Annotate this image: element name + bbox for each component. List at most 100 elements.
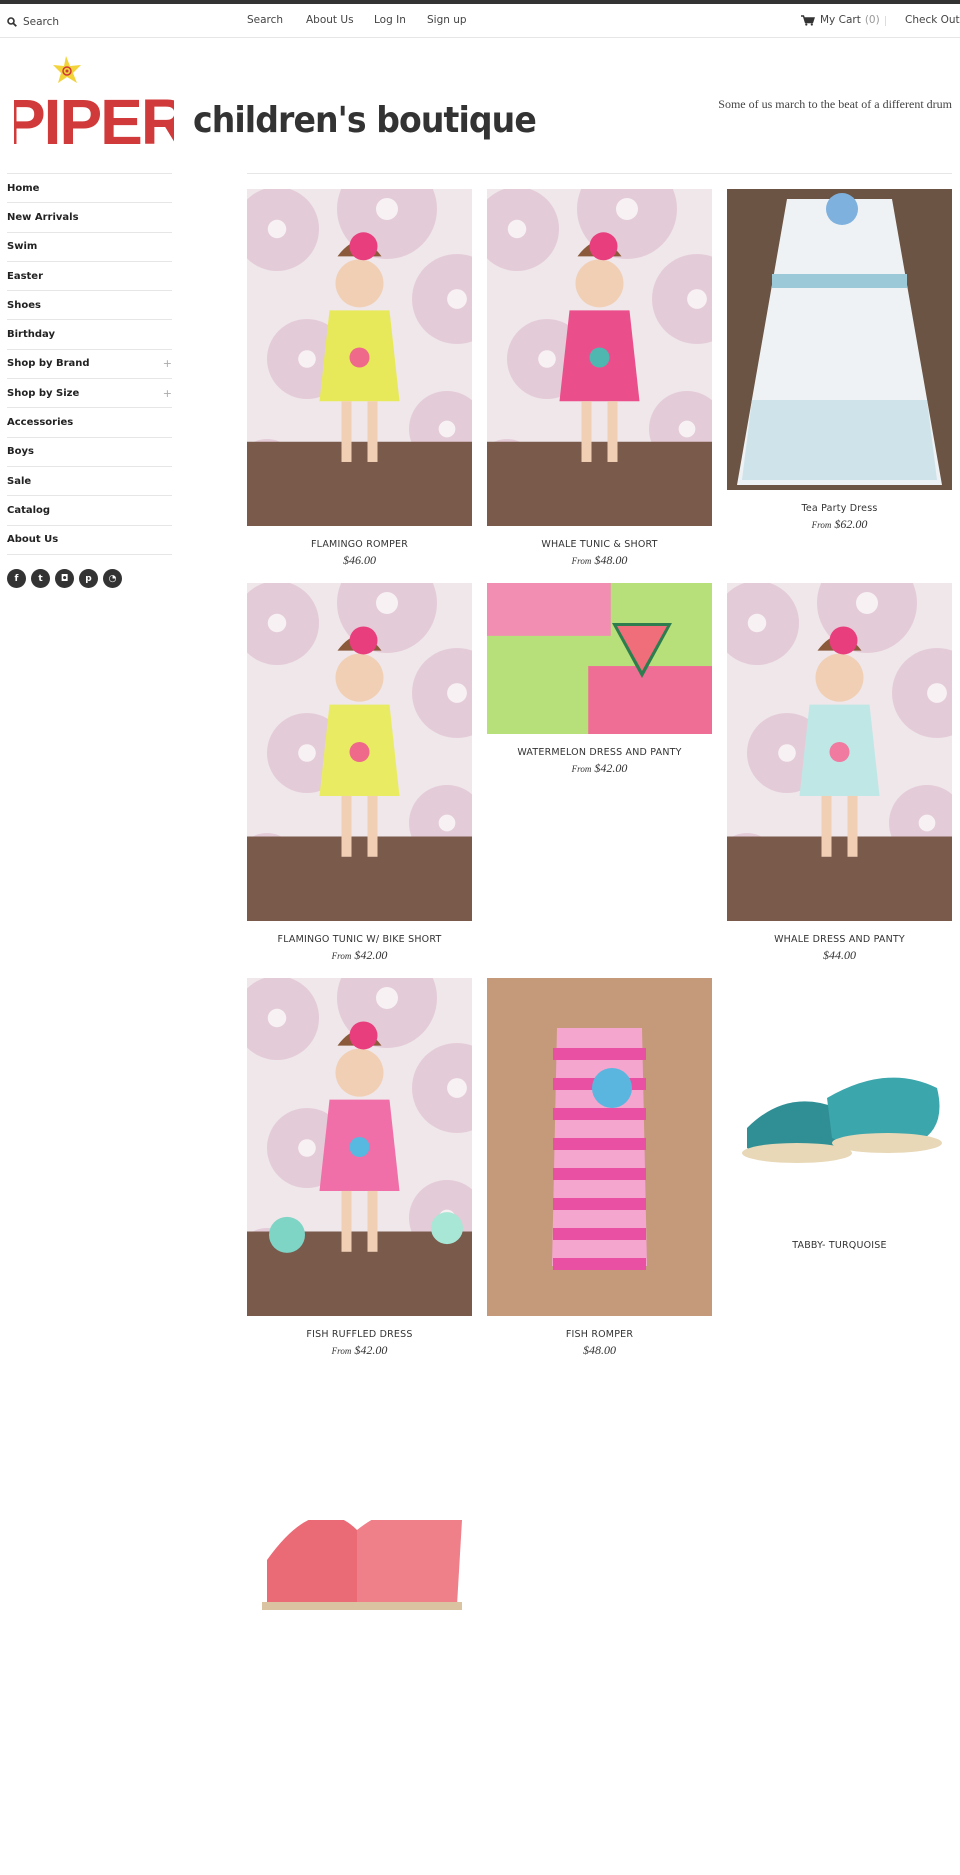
price-value: $62.00 — [834, 517, 868, 531]
sidebar-item-home[interactable]: Home — [7, 173, 172, 202]
product-price: From $42.00 — [247, 1343, 472, 1358]
sidebar-item-new-arrivals[interactable]: New Arrivals — [7, 202, 172, 231]
nav-link-log-in[interactable]: Log In — [374, 14, 406, 26]
sidebar-item-label: Boys — [7, 446, 34, 458]
twitter-icon[interactable]: t — [31, 569, 50, 588]
price-value: $44.00 — [823, 948, 856, 962]
cart-count: (0) — [864, 14, 880, 26]
product-price: $44.00 — [727, 948, 952, 963]
store-tagline: Some of us march to the beat of a differ… — [718, 97, 952, 111]
header-divider — [247, 173, 952, 174]
product-image[interactable] — [487, 978, 712, 1316]
product-name[interactable]: Tea Party Dress — [727, 503, 952, 514]
product-image[interactable] — [247, 583, 472, 921]
expand-plus-icon[interactable]: + — [163, 357, 172, 370]
product-card-whale-tunic-short[interactable]: WHALE TUNIC & SHORT From $48.00 — [487, 189, 712, 568]
product-name[interactable]: WHALE DRESS AND PANTY — [727, 934, 952, 945]
instagram-icon[interactable]: ◘ — [55, 569, 74, 588]
store-subtitle: children's boutique — [193, 100, 537, 141]
product-price: $48.00 — [487, 1343, 712, 1358]
sidebar-end-divider — [7, 553, 172, 555]
sidebar-item-label: Birthday — [7, 329, 55, 341]
product-card-flamingo-romper[interactable]: FLAMINGO ROMPER $46.00 — [247, 189, 472, 568]
sidebar-nav: Home New Arrivals Swim Easter Shoes Birthday S… — [7, 173, 172, 555]
product-card-fish-romper[interactable]: FISH ROMPER $48.00 — [487, 978, 712, 1358]
product-image[interactable] — [247, 978, 472, 1316]
price-value: $42.00 — [594, 761, 628, 775]
cart-separator — [885, 16, 886, 26]
price-from-label: From — [331, 1346, 352, 1356]
product-card-fish-ruffled-dress[interactable]: FISH RUFFLED DRESS From $42.00 — [247, 978, 472, 1358]
product-image[interactable] — [487, 189, 712, 526]
product-card-item[interactable] — [247, 1520, 472, 1640]
sidebar-item-accessories[interactable]: Accessories — [7, 407, 172, 436]
product-card-tabby-turquoise[interactable]: TABBY- TURQUOISE — [727, 978, 952, 1251]
sidebar-item-about-us[interactable]: About Us — [7, 524, 172, 554]
sidebar-item-catalog[interactable]: Catalog — [7, 495, 172, 524]
price-from-label: From — [811, 520, 832, 530]
cart-link[interactable]: My Cart (0) — [801, 14, 880, 26]
sidebar-item-shop-by-brand[interactable]: Shop by Brand + — [7, 348, 172, 378]
sidebar-item-label: Catalog — [7, 504, 51, 516]
price-from-label: From — [571, 556, 592, 566]
product-name[interactable]: TABBY- TURQUOISE — [727, 1240, 952, 1251]
store-logo[interactable]: PIPER — [3, 52, 188, 158]
sidebar-item-label: Accessories — [7, 417, 74, 429]
social-links: f t ◘ p ◔ — [7, 569, 122, 588]
price-value: $48.00 — [583, 1343, 616, 1357]
sidebar-item-label: Swim — [7, 241, 38, 253]
product-image[interactable] — [247, 1520, 472, 1640]
sidebar-item-label: Sale — [7, 475, 32, 487]
product-card-whale-dress-and-panty[interactable]: WHALE DRESS AND PANTY $44.00 — [727, 583, 952, 963]
product-card-watermelon-dress-and-panty[interactable]: WATERMELON DRESS AND PANTY From $42.00 — [487, 583, 712, 776]
product-price: $46.00 — [247, 553, 472, 568]
product-name[interactable]: FLAMINGO TUNIC W/ BIKE SHORT — [247, 934, 472, 945]
search-input[interactable] — [23, 16, 163, 28]
expand-plus-icon[interactable]: + — [163, 387, 172, 400]
product-price: From $62.00 — [727, 517, 952, 532]
sidebar-item-birthday[interactable]: Birthday — [7, 319, 172, 348]
top-bar: Search About Us Log In Sign up My Cart (… — [0, 4, 960, 38]
product-image[interactable] — [727, 189, 952, 490]
price-value: $42.00 — [354, 1343, 388, 1357]
sidebar-item-shop-by-size[interactable]: Shop by Size + — [7, 378, 172, 407]
product-card-tea-party-dress[interactable]: Tea Party Dress From $62.00 — [727, 189, 952, 532]
sidebar-item-boys[interactable]: Boys — [7, 436, 172, 466]
product-image[interactable] — [727, 978, 952, 1227]
product-name[interactable]: WHALE TUNIC & SHORT — [487, 539, 712, 550]
nav-link-sign-up[interactable]: Sign up — [427, 14, 467, 26]
product-name[interactable]: FISH ROMPER — [487, 1329, 712, 1340]
product-image[interactable] — [727, 583, 952, 921]
sidebar-item-label: Shop by Brand — [7, 358, 90, 370]
piper-logo-image: PIPER — [3, 56, 188, 158]
product-image[interactable] — [247, 189, 472, 526]
search-box[interactable] — [7, 13, 163, 31]
sidebar-item-label: New Arrivals — [7, 211, 79, 223]
price-value: $42.00 — [354, 948, 388, 962]
sidebar-item-sale[interactable]: Sale — [7, 465, 172, 495]
sidebar-item-label: Easter — [7, 270, 44, 282]
sidebar-item-label: Shoes — [7, 299, 41, 311]
cart-label: My Cart — [820, 14, 861, 26]
nav-link-about-us[interactable]: About Us — [306, 14, 354, 26]
sidebar-item-label: Home — [7, 182, 40, 194]
product-name[interactable]: FLAMINGO ROMPER — [247, 539, 472, 550]
checkout-link[interactable]: Check Out — [905, 14, 960, 26]
sidebar-item-swim[interactable]: Swim — [7, 231, 172, 261]
product-price: From $42.00 — [247, 948, 472, 963]
product-card-flamingo-tunic-w-bike-short[interactable]: FLAMINGO TUNIC W/ BIKE SHORT From $42.00 — [247, 583, 472, 963]
product-image[interactable] — [487, 583, 712, 734]
product-name[interactable]: WATERMELON DRESS AND PANTY — [487, 747, 712, 758]
product-name[interactable]: FISH RUFFLED DRESS — [247, 1329, 472, 1340]
sidebar-item-shoes[interactable]: Shoes — [7, 290, 172, 319]
rss-icon[interactable]: ◔ — [103, 569, 122, 588]
facebook-icon[interactable]: f — [7, 569, 26, 588]
nav-link-search[interactable]: Search — [247, 14, 283, 26]
svg-text:PIPER: PIPER — [14, 86, 174, 152]
sidebar-item-easter[interactable]: Easter — [7, 260, 172, 290]
price-from-label: From — [331, 951, 352, 961]
search-icon — [7, 17, 17, 27]
pinterest-icon[interactable]: p — [79, 569, 98, 588]
product-price: From $42.00 — [487, 761, 712, 776]
product-price: From $48.00 — [487, 553, 712, 568]
